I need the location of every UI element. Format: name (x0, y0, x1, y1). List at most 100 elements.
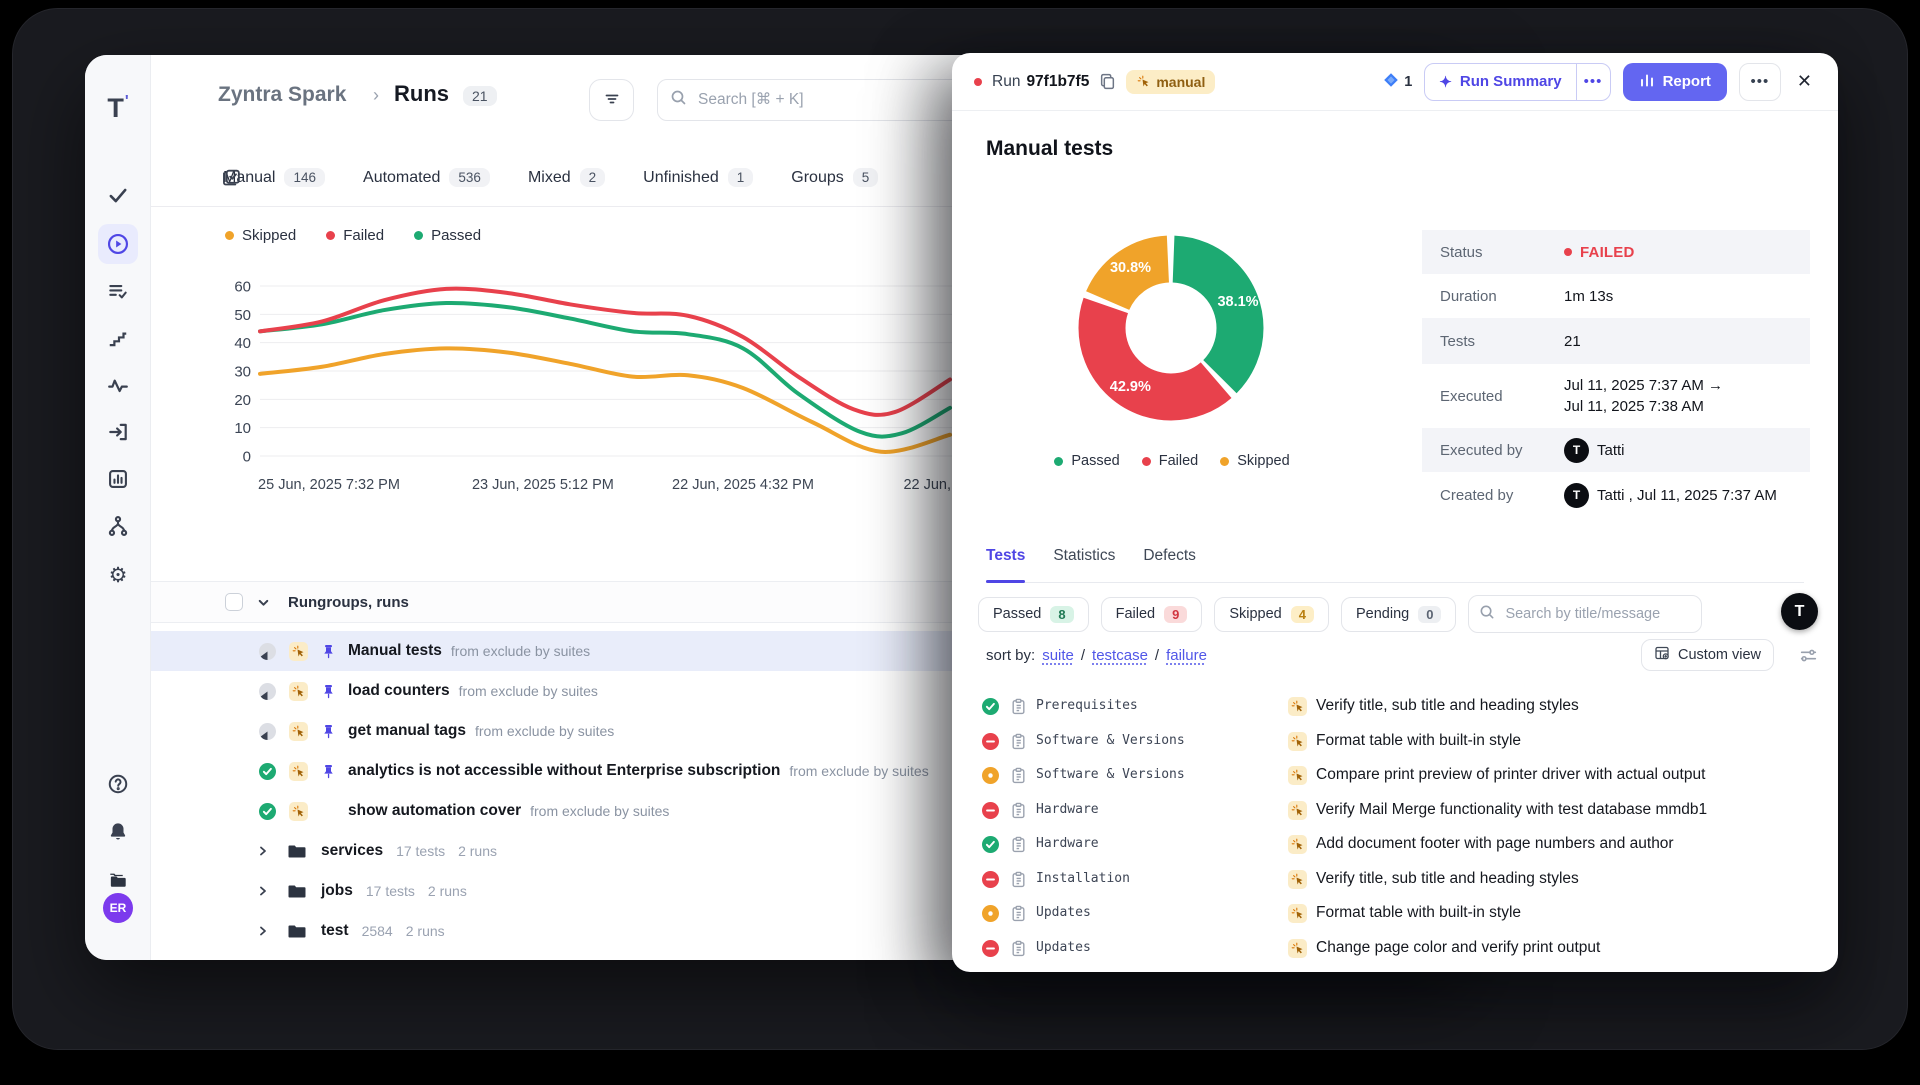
run-title: get manual tags (348, 722, 466, 740)
sidebar-item-play-circle[interactable] (98, 224, 138, 264)
clipboard-icon (1010, 905, 1027, 922)
test-suite: Updates (1036, 905, 1091, 920)
app-logo[interactable]: T' (85, 93, 151, 124)
test-row[interactable]: Updates Format table with built-in style (952, 897, 1838, 932)
sort-link-failure[interactable]: failure (1166, 647, 1207, 664)
sort-separator: / (1155, 647, 1159, 664)
test-row[interactable]: Software & VersionsFormat table with bui… (952, 725, 1838, 760)
sidebar-item-gear[interactable]: ⚙ (98, 555, 138, 595)
chip-pending[interactable]: Pending0 (1341, 597, 1456, 632)
donut-label-failed: 42.9% (1110, 379, 1151, 395)
chevron-right-icon[interactable] (257, 925, 269, 937)
tab-defects[interactable]: Defects (1143, 547, 1196, 582)
skipped-status-icon (982, 905, 999, 922)
test-row[interactable]: UpdatesChange page color and verify prin… (952, 932, 1838, 967)
sidebar-item-steps[interactable] (98, 318, 138, 358)
chevron-down-icon[interactable] (257, 596, 270, 609)
close-icon[interactable]: ✕ (1793, 69, 1816, 94)
run-summary-button[interactable]: ✦Run Summary ••• (1424, 63, 1610, 101)
info-row-duration: Duration1m 13s (1422, 274, 1810, 318)
chevron-right-icon[interactable] (257, 885, 269, 897)
sidebar-item-bar-chart[interactable] (98, 459, 138, 499)
svg-text:25 Jun, 2025 7:32 PM: 25 Jun, 2025 7:32 PM (258, 477, 400, 493)
legend-dot (1142, 457, 1151, 466)
tab-automated[interactable]: Automated536 (363, 168, 490, 187)
run-origin: from exclude by suites (789, 763, 928, 779)
chip-passed[interactable]: Passed8 (978, 597, 1089, 632)
test-suite: Updates (1036, 940, 1091, 955)
running-status-icon (259, 643, 276, 660)
search-icon (670, 89, 687, 111)
chevron-right-icon[interactable] (257, 845, 269, 857)
cursor-click-icon (1288, 939, 1307, 958)
test-row[interactable]: PrerequisitesVerify title, sub title and… (952, 690, 1838, 725)
sort-row: sort by: suite/testcase/failure (986, 647, 1207, 664)
tests-search-input[interactable] (1503, 605, 1691, 623)
passed-status-icon (259, 803, 276, 820)
tests-search[interactable] (1468, 595, 1702, 633)
chip-skipped[interactable]: Skipped4 (1214, 597, 1329, 632)
filter-button[interactable] (589, 79, 634, 121)
sidebar-item-list-check[interactable] (98, 271, 138, 311)
tab-mixed[interactable]: Mixed2 (528, 168, 605, 187)
info-label: Created by (1440, 487, 1564, 504)
tab-count-badge: 5 (853, 168, 879, 187)
test-row[interactable]: HardwareAdd document footer with page nu… (952, 828, 1838, 863)
sidebar-item-git-branch[interactable] (98, 506, 138, 546)
folder-runs-count: 2 runs (406, 923, 445, 939)
sidebar-item-help[interactable] (98, 764, 138, 804)
folder-name: jobs (321, 882, 353, 900)
cursor-click-icon (1288, 870, 1307, 889)
sidebar-item-import[interactable] (98, 412, 138, 452)
tab-statistics[interactable]: Statistics (1053, 547, 1115, 582)
folders-icon (107, 869, 129, 891)
sidebar-item-check[interactable] (98, 175, 138, 215)
assistant-avatar[interactable]: T (1781, 593, 1818, 630)
user-avatar[interactable]: ER (103, 893, 133, 923)
tab-groups[interactable]: Groups5 (791, 168, 878, 187)
sidebar-item-bell[interactable] (98, 812, 138, 852)
sliders-icon[interactable] (1799, 646, 1818, 665)
select-all-checkbox[interactable] (225, 593, 243, 611)
copy-icon[interactable] (1099, 73, 1116, 90)
report-button[interactable]: Report (1623, 63, 1727, 101)
custom-view-button[interactable]: Custom view (1641, 639, 1774, 671)
cursor-click-icon (289, 762, 308, 781)
report-label: Report (1663, 73, 1711, 90)
tab-unfinished[interactable]: Unfinished1 (643, 168, 753, 187)
line-chart-legend: SkippedFailedPassed (225, 227, 481, 244)
tab-tests[interactable]: Tests (986, 547, 1025, 582)
run-label: Run (992, 73, 1020, 91)
breadcrumb-project[interactable]: Zyntra Spark (218, 83, 346, 107)
search-input[interactable] (696, 90, 976, 110)
test-title: Format table with built-in style (1316, 732, 1521, 750)
import-icon (107, 421, 129, 443)
test-row[interactable]: HardwareVerify Mail Merge functionality … (952, 794, 1838, 829)
info-row-status: StatusFAILED (1422, 230, 1810, 274)
sort-separator: / (1081, 647, 1085, 664)
chip-failed[interactable]: Failed9 (1101, 597, 1203, 632)
donut-legend-failed: Failed (1142, 453, 1199, 469)
info-text: Tatti , Jul 11, 2025 7:37 AM (1597, 487, 1777, 504)
sort-link-suite[interactable]: suite (1042, 647, 1074, 664)
sort-link-testcase[interactable]: testcase (1092, 647, 1148, 664)
test-row[interactable]: Software & VersionsCompare print preview… (952, 759, 1838, 794)
run-status-dot (974, 78, 982, 86)
sidebar-item-activity[interactable] (98, 365, 138, 405)
select-all-icon[interactable] (221, 167, 242, 193)
test-row[interactable]: InstallationVerify title, sub title and … (952, 863, 1838, 898)
test-title: Format table with built-in style (1316, 904, 1521, 922)
test-suite: Installation (1036, 871, 1130, 886)
cursor-click-icon (289, 682, 308, 701)
chip-label: Passed (993, 606, 1041, 622)
run-type-badge: manual (1126, 70, 1215, 94)
more-options-button[interactable]: ••• (1739, 63, 1781, 101)
git-branch-icon (107, 515, 129, 537)
info-label: Executed (1440, 388, 1564, 405)
run-type-label: manual (1156, 74, 1205, 90)
global-search[interactable] (657, 79, 989, 121)
runs-tabs: Manual146Automated536Mixed2Unfinished1Gr… (223, 168, 878, 187)
failed-status-icon (982, 940, 999, 957)
jira-issue-indicator[interactable]: 1 (1383, 72, 1412, 92)
run-summary-more-button[interactable]: ••• (1576, 64, 1610, 100)
